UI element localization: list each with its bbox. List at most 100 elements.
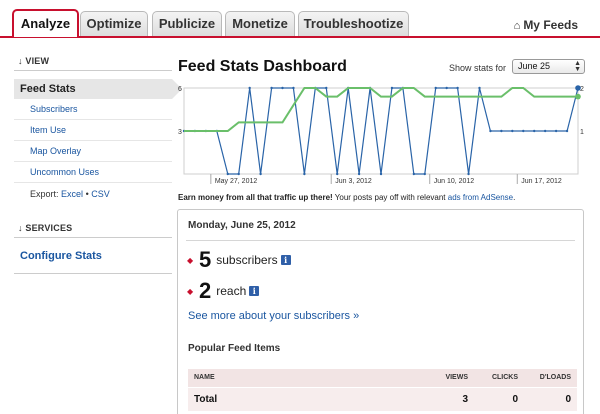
series-point bbox=[554, 129, 558, 133]
daily-stats-panel: Monday, June 25, 2012 ◆ 5 subscribers i ◆ 2 r… bbox=[177, 209, 584, 414]
x-tick-label: May 27, 2012 bbox=[215, 178, 258, 185]
column-header-views[interactable]: VIEWS bbox=[424, 369, 474, 387]
sidebar-item-uncommon-uses[interactable]: Uncommon Uses bbox=[14, 162, 172, 183]
series-point bbox=[248, 86, 251, 90]
services-section: ↓ SERVICES Configure Stats bbox=[14, 217, 172, 274]
table-cell-views: 3 bbox=[424, 386, 474, 411]
series-point bbox=[533, 129, 536, 133]
reach-value: 2 bbox=[199, 278, 212, 303]
series-point bbox=[226, 172, 229, 176]
series-point bbox=[522, 129, 525, 133]
adsense-link[interactable]: ads from AdSense bbox=[448, 193, 513, 202]
panel-date: Monday, June 25, 2012 bbox=[188, 220, 296, 231]
y-left-tick-label: 3 bbox=[178, 129, 182, 136]
series-point bbox=[303, 172, 306, 176]
tab-bar: Analyze Optimize Publicize Monetize Trou… bbox=[0, 0, 600, 40]
popular-items-table: NAME VIEWS CLICKS D'LOADS Total 3 0 0 bbox=[188, 369, 577, 411]
show-stats-label: Show stats for bbox=[449, 63, 507, 73]
series-point bbox=[357, 172, 361, 176]
page-title: Feed Stats Dashboard bbox=[178, 58, 347, 75]
export-row: Export: Excel • CSV bbox=[14, 183, 172, 205]
x-tick-label: Jun 10, 2012 bbox=[434, 178, 475, 185]
series-point bbox=[412, 172, 416, 176]
table-row: Total 3 0 0 bbox=[188, 386, 577, 411]
configure-stats-link[interactable]: Configure Stats bbox=[14, 238, 172, 274]
popular-feed-items-heading: Popular Feed Items bbox=[188, 343, 281, 354]
series-point bbox=[336, 172, 339, 176]
series-point bbox=[434, 86, 437, 90]
adsense-promo-bold: Earn money from all that traffic up ther… bbox=[178, 193, 333, 202]
column-header-name[interactable]: NAME bbox=[188, 369, 424, 387]
series-point bbox=[292, 86, 295, 90]
bullet-icon: ◆ bbox=[187, 286, 194, 296]
export-excel-link[interactable]: Excel bbox=[61, 189, 83, 199]
y-right-tick-label: 1 bbox=[580, 129, 584, 136]
view-heading: ↓ VIEW bbox=[14, 50, 172, 71]
subscribers-label: subscribers bbox=[216, 253, 278, 267]
series-point bbox=[565, 129, 569, 133]
feed-stats-chart: 6 3 2 1 May 27, 2012 Jun 3, 2012 Jun 10, 2012 J… bbox=[176, 80, 586, 190]
tab-optimize[interactable]: Optimize bbox=[80, 11, 148, 37]
table-cell-dloads: 0 bbox=[524, 386, 577, 411]
x-tick-label: Jun 17, 2012 bbox=[521, 178, 562, 185]
series-point bbox=[379, 172, 383, 176]
subscribers-stat: ◆ 5 subscribers i bbox=[187, 247, 291, 273]
series-point bbox=[270, 86, 273, 90]
table-cell-clicks: 0 bbox=[474, 386, 524, 411]
my-feeds-label: My Feeds bbox=[523, 18, 578, 32]
series-point bbox=[489, 129, 492, 133]
date-select[interactable]: June 25 ▲ ▼ bbox=[512, 59, 585, 74]
info-icon[interactable]: i bbox=[249, 286, 260, 296]
chart-svg: 6321May 27, 2012 Jun 3, 2012 Jun 10, 2012 J… bbox=[178, 85, 584, 185]
series-line-subscribers bbox=[184, 87, 579, 175]
series-point bbox=[500, 129, 503, 133]
sidebar-item-subscribers[interactable]: Subscribers bbox=[14, 99, 172, 120]
x-tick-label: Jun 3, 2012 bbox=[335, 178, 372, 185]
series-end-marker bbox=[575, 93, 581, 100]
export-csv-link[interactable]: CSV bbox=[91, 189, 110, 199]
column-header-dloads[interactable]: D'LOADS bbox=[524, 369, 577, 387]
tab-monetize[interactable]: Monetize bbox=[225, 11, 295, 37]
series-point bbox=[325, 86, 328, 90]
series-point bbox=[511, 129, 514, 133]
series-point bbox=[237, 172, 240, 176]
adsense-promo-text: Your posts pay off with relevant bbox=[332, 193, 448, 202]
series-point bbox=[543, 129, 547, 133]
export-separator: • bbox=[85, 189, 89, 199]
series-point bbox=[445, 86, 448, 90]
services-heading: ↓ SERVICES bbox=[14, 217, 172, 238]
series-point bbox=[456, 86, 459, 90]
tab-troubleshootize[interactable]: Troubleshootize bbox=[298, 11, 409, 37]
sidebar-item-map-overlay[interactable]: Map Overlay bbox=[14, 141, 172, 162]
series-line-reach bbox=[184, 87, 578, 132]
reach-label: reach bbox=[216, 284, 247, 298]
y-left-tick-label: 6 bbox=[178, 86, 182, 93]
sidebar-item-item-use[interactable]: Item Use bbox=[14, 120, 172, 141]
bullet-icon: ◆ bbox=[187, 255, 194, 265]
series-point bbox=[390, 86, 394, 90]
see-more-subscribers-link[interactable]: See more about your subscribers » bbox=[188, 310, 359, 322]
tab-publicize[interactable]: Publicize bbox=[152, 11, 222, 37]
tab-underline bbox=[0, 36, 600, 38]
export-label: Export: bbox=[30, 189, 59, 199]
series-point bbox=[281, 86, 284, 90]
select-arrows-icon: ▲ ▼ bbox=[574, 60, 581, 73]
sidebar: ↓ VIEW Feed Stats Subscribers Item Use M… bbox=[14, 50, 182, 274]
column-header-clicks[interactable]: CLICKS bbox=[474, 369, 524, 387]
tab-analyze[interactable]: Analyze bbox=[12, 9, 79, 37]
info-icon[interactable]: i bbox=[280, 255, 291, 265]
adsense-promo-end: . bbox=[513, 193, 516, 202]
my-feeds-link[interactable]: ⌂ My Feeds bbox=[514, 18, 578, 32]
series-point bbox=[478, 86, 481, 90]
subscribers-value: 5 bbox=[199, 247, 212, 272]
series-point bbox=[259, 172, 262, 176]
panel-divider bbox=[186, 240, 575, 241]
date-select-value: June 25 bbox=[518, 61, 551, 71]
series-end-marker bbox=[575, 85, 581, 91]
sidebar-item-feed-stats[interactable]: Feed Stats bbox=[14, 79, 182, 99]
table-header-row: NAME VIEWS CLICKS D'LOADS bbox=[188, 369, 577, 387]
adsense-promo: Earn money from all that traffic up ther… bbox=[178, 193, 515, 202]
table-cell-name: Total bbox=[188, 386, 424, 411]
reach-stat: ◆ 2 reach i bbox=[187, 278, 260, 304]
series-point bbox=[423, 172, 426, 176]
